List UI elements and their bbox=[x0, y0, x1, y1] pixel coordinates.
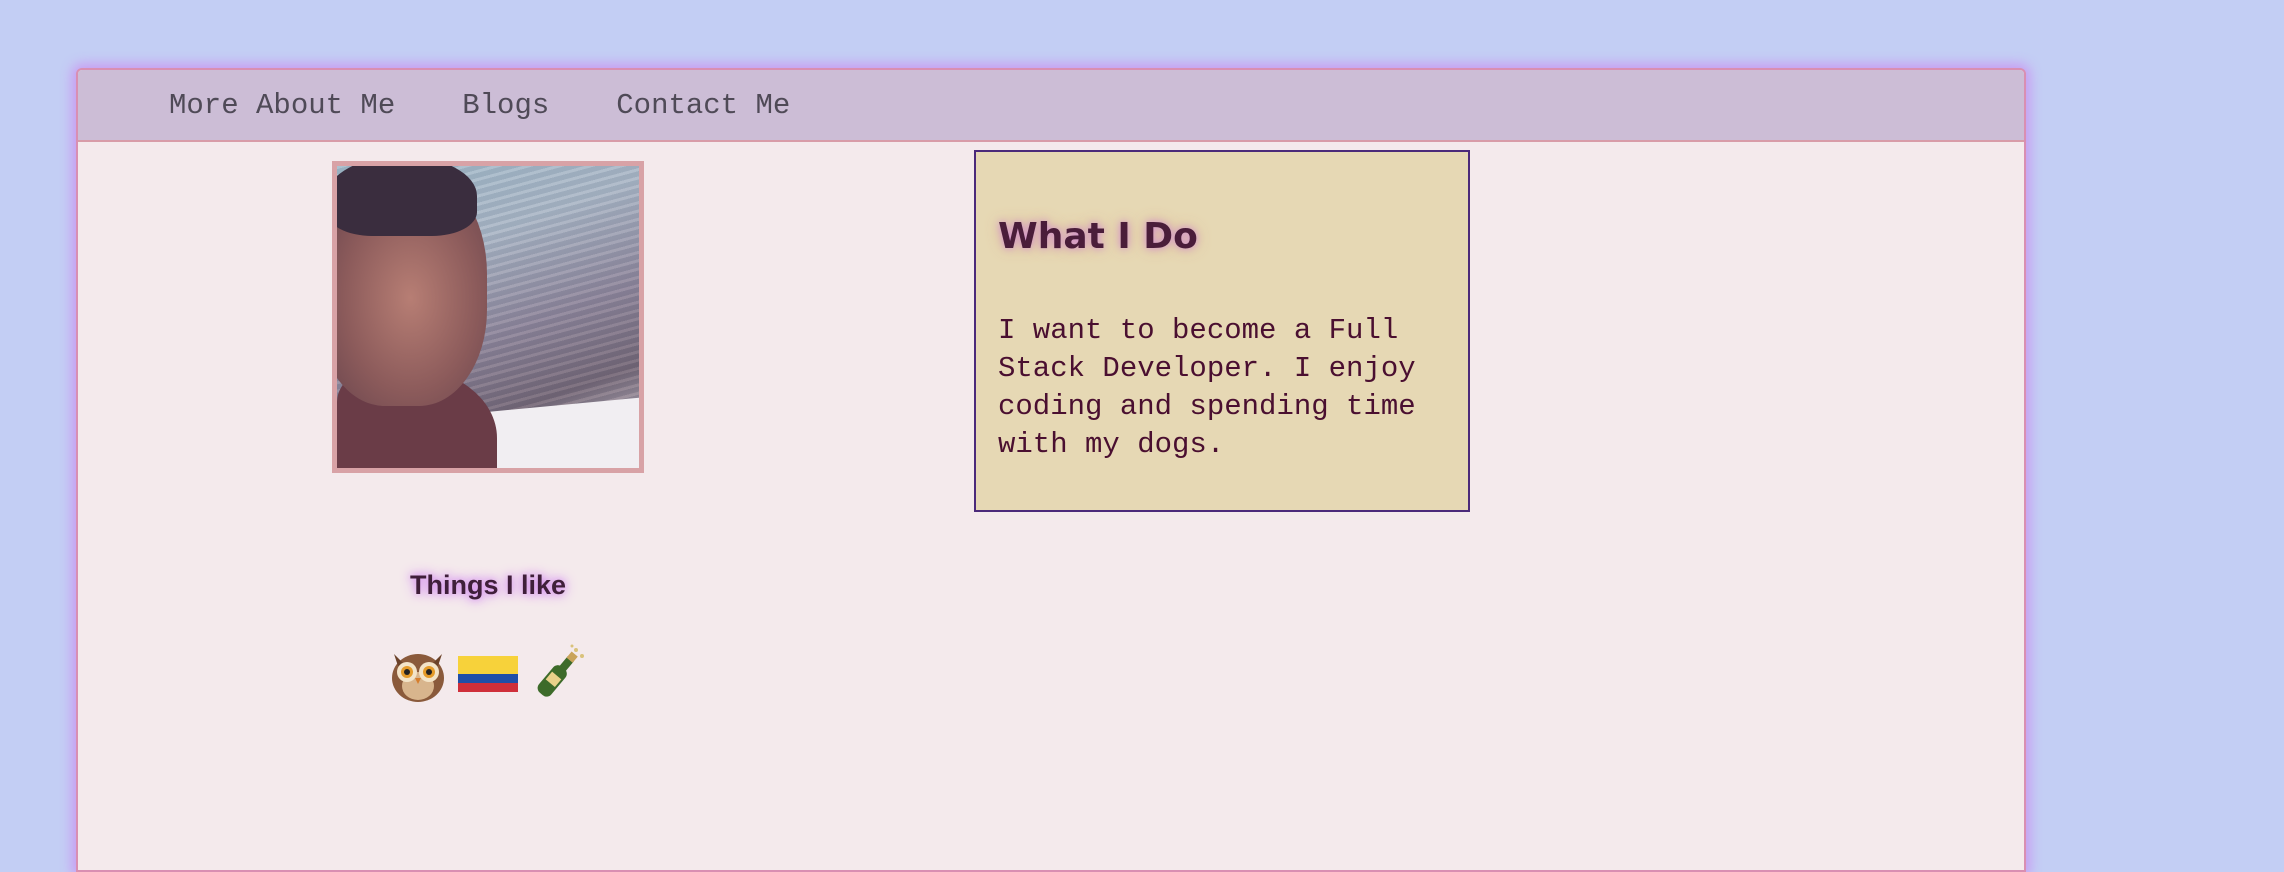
nav-link-more-about-me[interactable]: More About Me bbox=[169, 89, 395, 122]
owl-icon bbox=[386, 642, 450, 706]
things-i-like-heading: Things I like bbox=[409, 570, 567, 600]
champagne-bottle-icon bbox=[526, 642, 590, 706]
colombia-flag-icon bbox=[456, 642, 520, 706]
photo-hair bbox=[337, 166, 477, 236]
likes-emoji-row bbox=[332, 642, 644, 706]
what-i-do-heading: What I Do bbox=[998, 216, 1198, 257]
nav-link-blogs[interactable]: Blogs bbox=[462, 89, 549, 122]
nav-link-contact-me[interactable]: Contact Me bbox=[616, 89, 790, 122]
top-nav: More About Me Blogs Contact Me bbox=[78, 70, 2024, 142]
profile-photo bbox=[332, 161, 644, 473]
what-i-do-card: What I Do I want to become a Full Stack … bbox=[974, 150, 1470, 512]
what-i-do-text: I want to become a Full Stack Developer.… bbox=[998, 314, 1416, 461]
